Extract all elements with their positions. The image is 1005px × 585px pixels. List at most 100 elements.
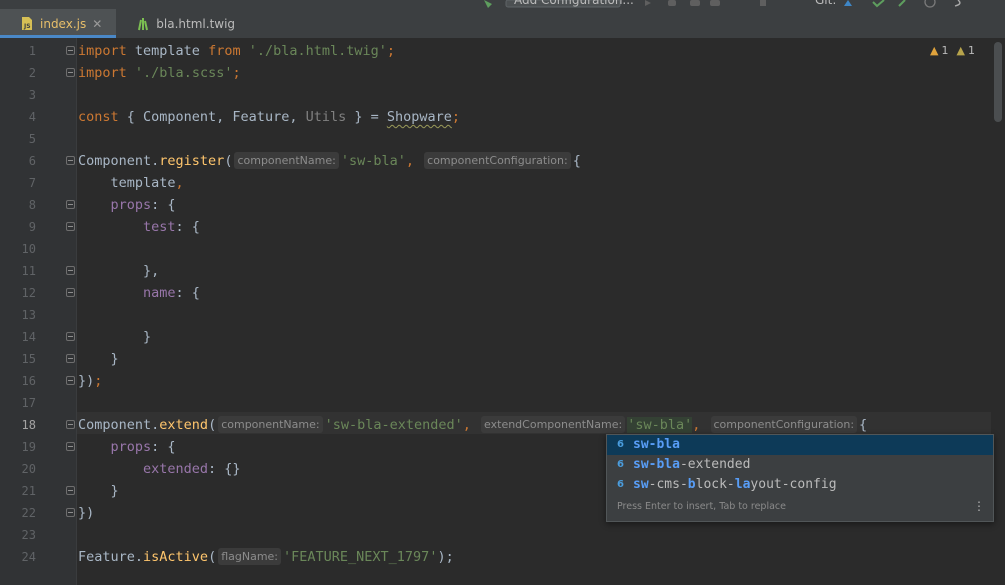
coverage-icon[interactable] xyxy=(690,0,700,6)
svg-text:JS: JS xyxy=(23,23,31,30)
autocomplete-popup[interactable]: 6 sw-bla 6 sw-bla-extended 6 sw-cms-bloc… xyxy=(606,434,994,522)
tab-index-js[interactable]: JS index.js ✕ xyxy=(0,9,117,38)
fold-marker[interactable] xyxy=(66,222,75,231)
code-line-2[interactable]: import './bla.scss'; xyxy=(78,62,241,84)
tab-bla-html-twig[interactable]: bla.html.twig xyxy=(116,9,249,38)
fold-marker[interactable] xyxy=(66,46,75,55)
code-line-9[interactable]: test: { xyxy=(78,216,200,238)
code-line-11[interactable]: }, xyxy=(78,260,159,282)
twig-file-icon xyxy=(138,17,149,30)
line-number: 20 xyxy=(21,462,36,476)
line-number-current: 18 xyxy=(21,418,36,432)
token: : { xyxy=(151,439,176,455)
completion-item[interactable]: 6 sw-bla xyxy=(607,435,993,455)
token: name xyxy=(78,285,176,301)
line-number: 10 xyxy=(21,242,36,256)
close-icon[interactable]: ✕ xyxy=(92,17,102,31)
token: ; xyxy=(232,65,241,81)
code-line-15[interactable]: } xyxy=(78,348,119,370)
weak-warning-count[interactable]: ▲ 1 xyxy=(956,44,974,57)
tab-label: bla.html.twig xyxy=(156,16,236,31)
token: template xyxy=(126,43,209,59)
git-update-icon[interactable] xyxy=(844,0,852,6)
token: : { xyxy=(175,219,200,235)
code-line-6[interactable]: Component.register(componentName:'sw-bla… xyxy=(78,150,581,172)
rest-text: -extended xyxy=(679,457,751,472)
debug-icon[interactable] xyxy=(668,0,676,6)
git-push-icon[interactable] xyxy=(898,0,906,7)
fold-marker[interactable] xyxy=(66,420,75,429)
token: Component. xyxy=(78,153,160,169)
token: ( xyxy=(208,549,217,565)
fold-marker[interactable] xyxy=(66,376,75,385)
fold-marker[interactable] xyxy=(66,486,75,495)
fold-marker[interactable] xyxy=(66,266,75,275)
token: extended xyxy=(78,461,209,477)
fold-marker[interactable] xyxy=(66,156,75,165)
gutter-divider xyxy=(76,38,77,585)
warning-icon: ▲ xyxy=(930,44,939,57)
token: , xyxy=(462,417,471,433)
javascript-string-icon: 6 xyxy=(617,459,624,470)
parameter-hint: componentName: xyxy=(234,152,339,169)
line-number: 23 xyxy=(21,528,36,542)
token-unused: Utils xyxy=(305,109,347,125)
javascript-string-icon: 6 xyxy=(617,439,624,450)
completion-item[interactable]: 6 sw-cms-block-layout-config xyxy=(607,475,993,495)
token: isActive xyxy=(143,549,209,565)
code-line-1[interactable]: import template from './bla.html.twig'; xyxy=(78,40,395,62)
line-number: 9 xyxy=(28,220,36,234)
token: import xyxy=(78,65,127,81)
code-line-24[interactable]: Feature.isActive(flagName: 'FEATURE_NEXT_… xyxy=(78,546,454,568)
warning-count[interactable]: ▲ 1 xyxy=(930,44,948,57)
profile-icon[interactable] xyxy=(710,0,720,6)
stop-icon[interactable] xyxy=(760,0,766,6)
line-number: 15 xyxy=(21,352,36,366)
code-line-20[interactable]: extended: {} xyxy=(78,458,241,480)
fold-marker[interactable] xyxy=(66,288,75,297)
code-line-4[interactable]: const { Component, Feature, Utils } = Sh… xyxy=(78,106,460,128)
fold-marker[interactable] xyxy=(66,508,75,517)
fold-marker[interactable] xyxy=(66,332,75,341)
code-line-14[interactable]: } xyxy=(78,326,151,348)
code-line-19[interactable]: props: { xyxy=(78,436,176,458)
fold-marker[interactable] xyxy=(66,68,75,77)
code-line-16[interactable]: }); xyxy=(78,370,102,392)
code-line-22[interactable]: }) xyxy=(78,502,94,524)
javascript-string-icon: 6 xyxy=(617,479,624,490)
more-options-icon[interactable]: ⋮ xyxy=(973,499,985,513)
inspection-widget[interactable]: ▲ 1 ▲ 1 xyxy=(930,44,975,57)
token: const xyxy=(78,109,119,125)
line-number: 8 xyxy=(28,198,36,212)
code-line-7[interactable]: template, xyxy=(78,172,184,194)
line-number: 6 xyxy=(28,154,36,168)
code-line-18[interactable]: Component.extend(componentName:'sw-bla-e… xyxy=(78,414,867,436)
token: } = xyxy=(346,109,387,125)
code-line-8[interactable]: props: { xyxy=(78,194,176,216)
code-line-12[interactable]: name: { xyxy=(78,282,200,304)
run-icon[interactable] xyxy=(645,0,651,6)
token: ( xyxy=(224,153,233,169)
git-commit-icon[interactable] xyxy=(872,0,885,8)
token: 'FEATURE_NEXT_1797' xyxy=(283,549,438,565)
parameter-hint: componentName: xyxy=(218,416,323,433)
code-line-21[interactable]: } xyxy=(78,480,119,502)
match-text: sw-bla xyxy=(633,437,680,452)
hammer-icon[interactable] xyxy=(484,0,492,8)
warning-icon: ▲ xyxy=(956,44,965,57)
rollback-icon[interactable] xyxy=(954,0,961,7)
token: ; xyxy=(451,109,461,125)
line-number: 12 xyxy=(21,286,36,300)
token: './bla.scss' xyxy=(134,65,233,81)
fold-marker[interactable] xyxy=(66,442,75,451)
line-number: 3 xyxy=(28,88,36,102)
js-file-icon: JS xyxy=(22,17,32,30)
history-icon[interactable] xyxy=(924,0,936,8)
rest-text: -cms- xyxy=(648,477,688,492)
completion-item[interactable]: 6 sw-bla-extended xyxy=(607,455,993,475)
scroll-thumb[interactable] xyxy=(994,42,1002,122)
fold-marker[interactable] xyxy=(66,200,75,209)
token: 'sw-bla-extended' xyxy=(324,417,463,433)
fold-marker[interactable] xyxy=(66,354,75,363)
token: }) xyxy=(78,505,95,521)
